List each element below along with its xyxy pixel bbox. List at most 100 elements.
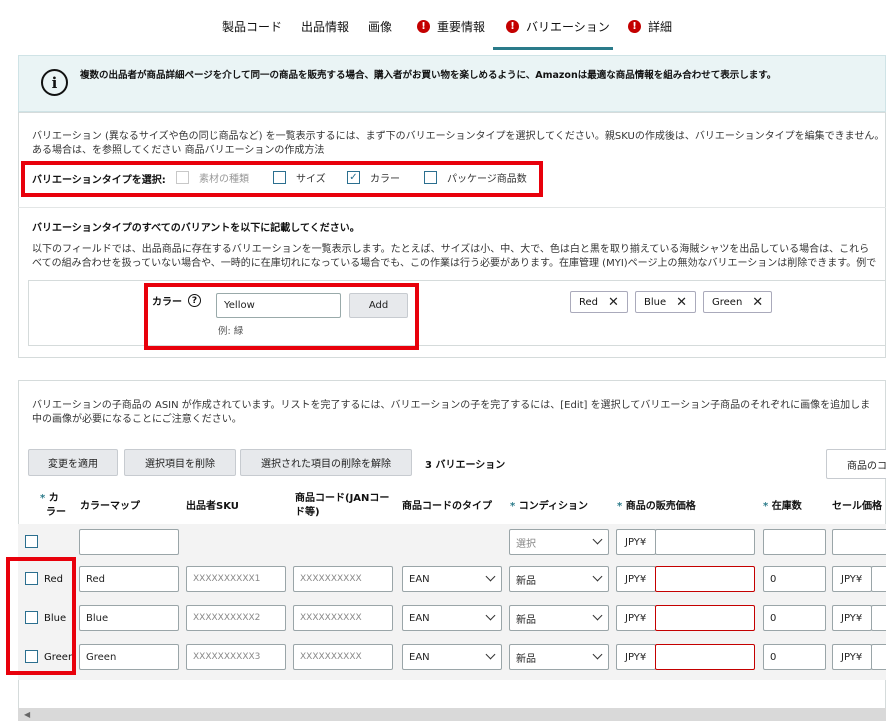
condition-select[interactable]: 新品 (509, 644, 609, 670)
scroll-left-arrow-icon[interactable]: ◀ (24, 710, 30, 719)
stock-input[interactable]: 0 (763, 566, 826, 592)
select-value: EAN (409, 651, 430, 663)
condition-select[interactable]: 新品 (509, 566, 609, 592)
header-text: ラー (46, 507, 66, 518)
col-header-sale-price: セール価格 (832, 501, 882, 512)
select-value: EAN (409, 573, 430, 585)
code-type-select[interactable]: EAN (402, 566, 502, 592)
option-material-type: 素材の種類 (176, 170, 249, 185)
checkbox-checked[interactable]: ✓ (347, 171, 360, 184)
chevron-down-icon (485, 571, 496, 582)
chevron-down-icon (592, 610, 603, 621)
variants-desc-line1: 以下のフィールドでは、出品商品に存在するバリエーションを一覧表示します。たとえば… (32, 244, 870, 255)
chip-label: Red (579, 296, 598, 308)
color-label-text: カラー (152, 297, 182, 308)
stock-filter-input[interactable] (763, 529, 826, 555)
price-input[interactable] (655, 644, 755, 670)
close-icon[interactable]: ✕ (752, 295, 763, 310)
header-text: 商品コード(JANコー (295, 493, 390, 504)
header-text: ド等) (295, 507, 320, 518)
option-label: サイズ (296, 174, 326, 185)
code-type-select[interactable]: EAN (402, 644, 502, 670)
tab-variations[interactable]: ! バリエーション (506, 18, 610, 35)
condition-filter-select[interactable]: 選択 (509, 529, 609, 555)
seller-sku-input[interactable]: XXXXXXXXXX1 (186, 566, 286, 592)
color-field-label: カラー ? (152, 293, 201, 308)
chevron-down-icon (592, 571, 603, 582)
stock-input[interactable]: 0 (763, 644, 826, 670)
chevron-down-icon (592, 534, 603, 545)
option-color[interactable]: ✓ カラー (347, 170, 400, 185)
sale-currency-label: JPY¥ (832, 605, 872, 631)
tab-important-info[interactable]: ! 重要情報 (417, 18, 485, 35)
tab-bar: 製品コード 出品情報 画像 ! 重要情報 ! バリエーション ! 詳細 (0, 0, 886, 52)
color-map-input[interactable]: Blue (79, 605, 179, 631)
select-value: 新品 (516, 575, 536, 587)
color-map-filter-input[interactable] (79, 529, 179, 555)
info-icon: i (41, 69, 68, 96)
price-input[interactable] (655, 566, 755, 592)
checkbox[interactable] (273, 171, 286, 184)
close-icon[interactable]: ✕ (676, 295, 687, 310)
tab-listing-info[interactable]: 出品情報 (301, 18, 349, 35)
apply-changes-button[interactable]: 変更を適用 (28, 449, 118, 476)
code-type-select[interactable]: EAN (402, 605, 502, 631)
horizontal-scrollbar[interactable] (18, 708, 886, 721)
checkbox[interactable] (424, 171, 437, 184)
tab-images[interactable]: 画像 (368, 18, 392, 35)
chip-red: Red ✕ (570, 291, 628, 313)
variation-intro-line2: ある場合は、を参照してください 商品バリエーションの作成方法 (32, 145, 325, 156)
seller-sku-input[interactable]: XXXXXXXXXX3 (186, 644, 286, 670)
header-text: 商品の販売価格 (625, 501, 696, 512)
col-header-condition: * コンディション (510, 501, 589, 512)
price-filter-input[interactable] (655, 529, 755, 555)
tab-label: 出品情報 (301, 20, 350, 34)
error-icon: ! (506, 20, 519, 33)
add-color-button[interactable]: Add (349, 293, 408, 318)
variation-type-label: バリエーションタイプを選択: (32, 175, 166, 186)
option-package-quantity[interactable]: パッケージ商品数 (424, 170, 527, 185)
col-header-color: * カ ラー (40, 492, 66, 520)
sale-price-input[interactable] (871, 566, 886, 592)
price-input[interactable] (655, 605, 755, 631)
product-code-input[interactable]: XXXXXXXXXX (293, 644, 393, 670)
variation-intro-line1: バリエーション (異なるサイズや色の同じ商品など) を一覧表示するには、まず下の… (32, 131, 885, 142)
highlight-box-color-column (6, 557, 76, 675)
col-header-seller-sku: 出品者SKU (186, 501, 239, 512)
product-code-input[interactable]: XXXXXXXXXX (293, 605, 393, 631)
seller-sku-input[interactable]: XXXXXXXXXX2 (186, 605, 286, 631)
sale-price-input[interactable] (871, 605, 886, 631)
delete-selected-button[interactable]: 選択項目を削除 (124, 449, 236, 476)
close-icon[interactable]: ✕ (608, 295, 619, 310)
header-text: カ (48, 493, 59, 504)
tab-label: 詳細 (648, 20, 673, 34)
tab-product-code[interactable]: 製品コード (222, 18, 282, 35)
chevron-down-icon (485, 649, 496, 660)
chevron-down-icon (485, 610, 496, 621)
color-map-input[interactable]: Red (79, 566, 179, 592)
chip-blue: Blue ✕ (635, 291, 697, 313)
undelete-selected-button[interactable]: 選択された項目の削除を解除 (240, 449, 412, 476)
sale-price-filter-input[interactable] (832, 529, 886, 555)
color-map-input[interactable]: Green (79, 644, 179, 670)
sale-price-input[interactable] (871, 644, 886, 670)
color-example-hint: 例: 緑 (218, 326, 244, 337)
product-code-input[interactable]: XXXXXXXXXX (293, 566, 393, 592)
product-code-button[interactable]: 商品のコ (826, 449, 886, 479)
color-value-input[interactable]: Yellow (216, 293, 341, 318)
tab-details[interactable]: ! 詳細 (628, 18, 672, 35)
col-header-color-map: カラーマップ (80, 501, 140, 512)
error-icon: ! (417, 20, 430, 33)
chip-label: Blue (644, 296, 667, 308)
tab-label: 重要情報 (437, 20, 486, 34)
tab-label: 画像 (368, 20, 393, 34)
divider (18, 207, 886, 208)
stock-input[interactable]: 0 (763, 605, 826, 631)
required-marker: * (40, 493, 46, 504)
chevron-down-icon (592, 649, 603, 660)
select-all-checkbox[interactable] (25, 535, 38, 548)
condition-select[interactable]: 新品 (509, 605, 609, 631)
currency-label: JPY¥ (616, 566, 656, 592)
help-icon[interactable]: ? (188, 294, 201, 307)
option-size[interactable]: サイズ (273, 170, 326, 185)
